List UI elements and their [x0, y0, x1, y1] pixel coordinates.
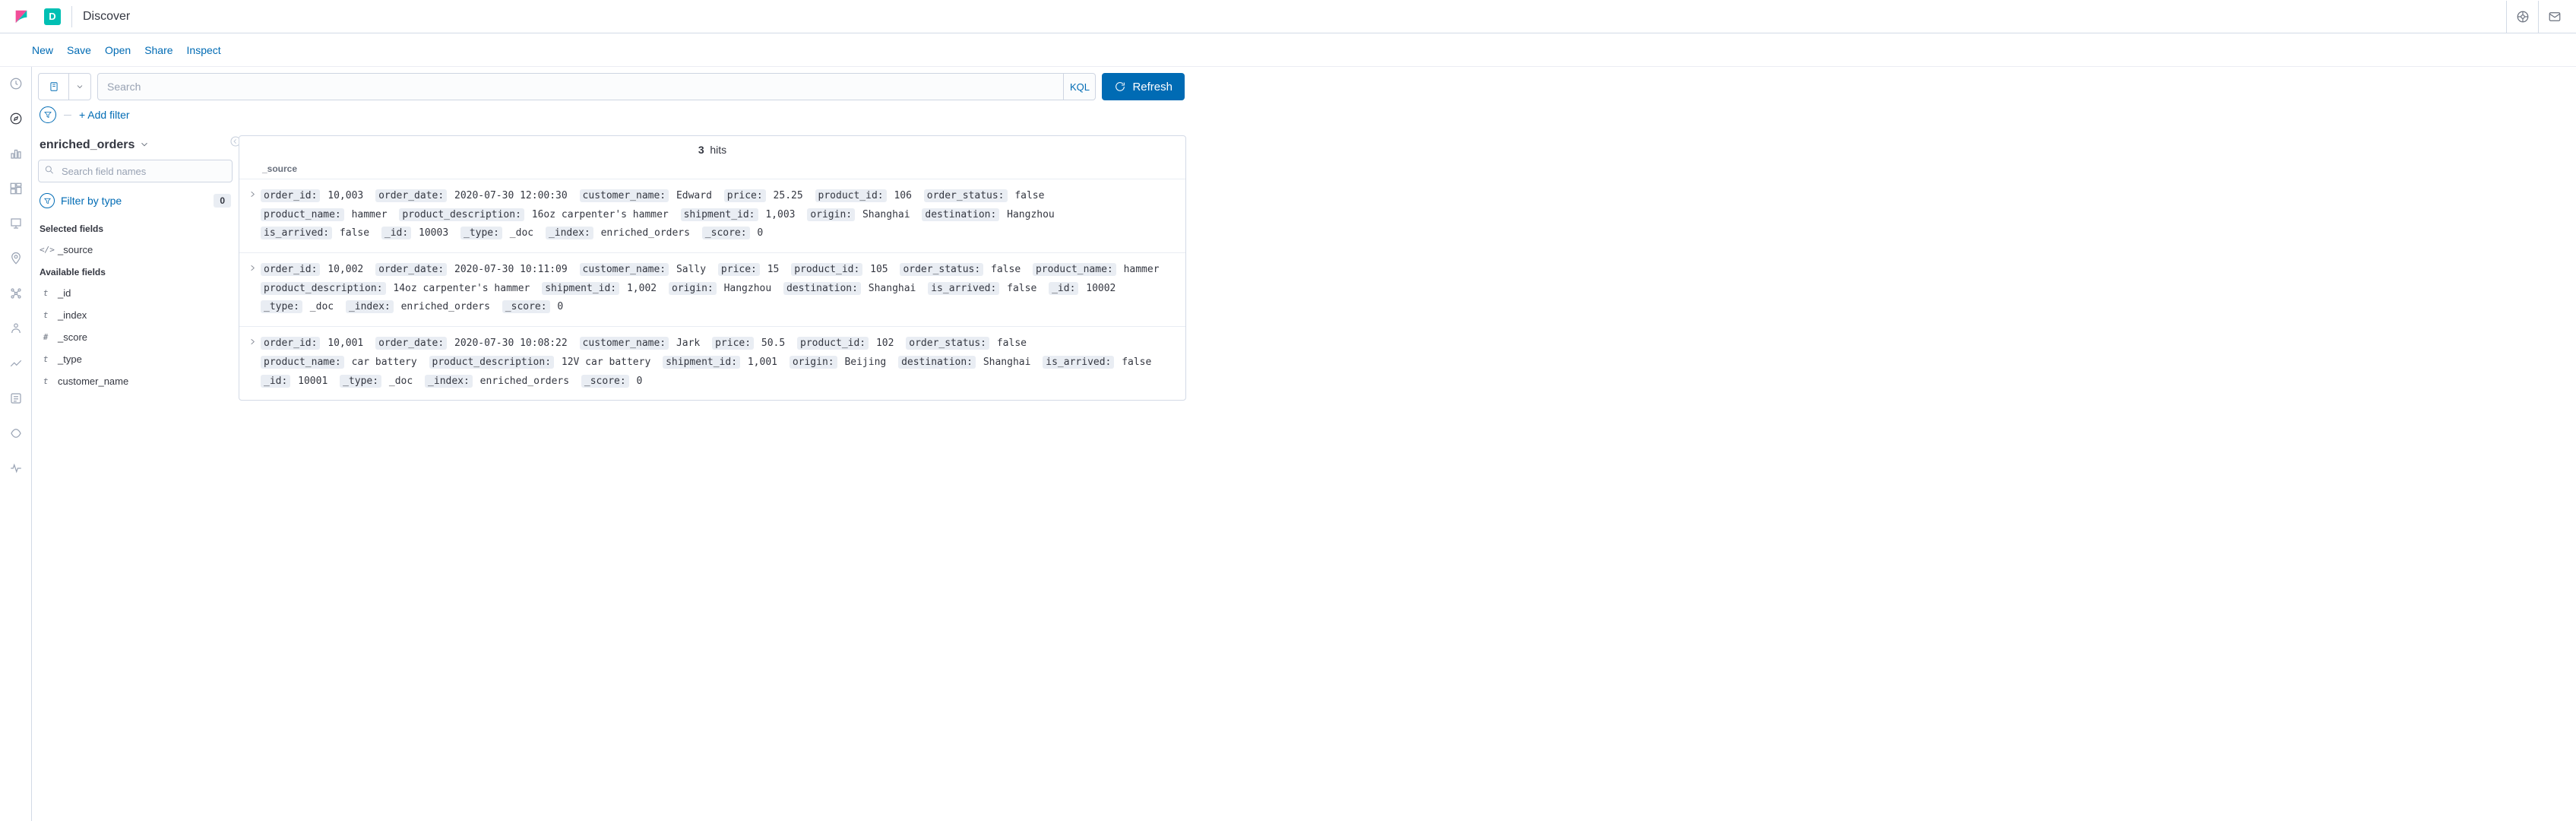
field-item[interactable]: t customer_name — [38, 370, 233, 392]
discover-toolbar: New Save Open Share Inspect — [0, 33, 2576, 67]
field-item[interactable]: t _index — [38, 304, 233, 326]
hit-count-line: 3 hits — [239, 136, 1185, 160]
results-panel: 3 hits _source order_id: 10,003 order_da… — [239, 135, 1186, 401]
collapse-sidebar-icon[interactable] — [229, 135, 239, 150]
selected-fields-heading: Selected fields — [38, 217, 233, 239]
toolbar-new[interactable]: New — [32, 44, 53, 56]
search-icon — [44, 165, 55, 178]
field-type-icon: </> — [40, 245, 52, 255]
index-pattern-name[interactable]: enriched_orders — [40, 138, 134, 152]
field-type-icon: t — [40, 310, 52, 320]
toolbar-open[interactable]: Open — [105, 44, 131, 56]
mail-icon[interactable] — [2538, 1, 2570, 33]
saved-query-menu[interactable] — [38, 73, 91, 100]
field-type-icon: t — [40, 354, 52, 364]
field-name: _score — [58, 331, 87, 343]
apm-icon[interactable] — [4, 421, 28, 445]
app-header: D Discover — [0, 0, 2576, 33]
app-letter-badge: D — [44, 8, 61, 25]
field-item[interactable]: # _score — [38, 326, 233, 348]
ml-icon[interactable] — [4, 316, 28, 341]
field-name: customer_name — [58, 376, 128, 387]
toolbar-inspect[interactable]: Inspect — [187, 44, 221, 56]
overflow-area — [1191, 67, 2576, 821]
filter-by-type-button[interactable]: Filter by type — [40, 193, 122, 208]
query-language-toggle[interactable]: KQL — [1063, 74, 1095, 100]
toolbar-save[interactable]: Save — [67, 44, 91, 56]
table-row: order_id: 10,001 order_date: 2020-07-30 … — [239, 327, 1185, 400]
search-input[interactable] — [98, 74, 1063, 100]
discover-icon[interactable] — [4, 106, 28, 131]
field-item[interactable]: t _type — [38, 348, 233, 370]
hit-count: 3 — [698, 144, 704, 156]
available-fields-heading: Available fields — [38, 261, 233, 282]
filter-separator — [64, 115, 71, 116]
refresh-button[interactable]: Refresh — [1102, 73, 1185, 100]
page-title: Discover — [83, 10, 130, 24]
doc-source: order_id: 10,002 order_date: 2020-07-30 … — [261, 261, 1178, 317]
help-icon[interactable] — [2506, 1, 2538, 33]
field-item[interactable]: </> _source — [38, 239, 233, 261]
doc-source: order_id: 10,001 order_date: 2020-07-30 … — [261, 334, 1178, 391]
graph-icon[interactable] — [4, 281, 28, 306]
field-type-icon: t — [40, 288, 52, 298]
field-sidebar: enriched_orders Fil — [32, 131, 239, 821]
chevron-down-icon[interactable] — [139, 139, 150, 152]
refresh-button-label: Refresh — [1132, 81, 1172, 94]
filter-menu-icon[interactable] — [40, 106, 56, 123]
header-divider — [71, 6, 72, 27]
filter-icon — [40, 193, 55, 208]
field-item[interactable]: t _id — [38, 282, 233, 304]
logs-icon[interactable] — [4, 386, 28, 410]
field-name: _index — [58, 309, 87, 321]
doc-source: order_id: 10,003 order_date: 2020-07-30 … — [261, 187, 1178, 243]
query-bar: KQL Refresh — [32, 67, 1191, 100]
metrics-icon[interactable] — [4, 351, 28, 376]
field-search-input[interactable] — [38, 160, 233, 182]
side-nav-rail — [0, 67, 32, 821]
kibana-logo-icon[interactable] — [12, 8, 30, 26]
dashboard-icon[interactable] — [4, 176, 28, 201]
field-type-icon: # — [40, 332, 52, 342]
chevron-down-icon[interactable] — [69, 82, 90, 91]
field-type-icon: t — [40, 376, 52, 386]
recent-icon[interactable] — [4, 71, 28, 96]
results-panel-wrap: 3 hits _source order_id: 10,003 order_da… — [239, 131, 1191, 821]
toolbar-share[interactable]: Share — [144, 44, 172, 56]
filter-by-type-label: Filter by type — [61, 195, 122, 207]
field-name: _source — [58, 244, 93, 255]
filter-bar: + Add filter — [32, 100, 1191, 131]
source-column-header: _source — [239, 160, 1185, 179]
filter-type-count-badge: 0 — [214, 194, 231, 208]
table-row: order_id: 10,002 order_date: 2020-07-30 … — [239, 253, 1185, 327]
saved-query-icon[interactable] — [39, 74, 69, 100]
uptime-icon[interactable] — [4, 456, 28, 480]
hits-label: hits — [710, 144, 726, 156]
canvas-icon[interactable] — [4, 211, 28, 236]
maps-icon[interactable] — [4, 246, 28, 271]
table-row: order_id: 10,003 order_date: 2020-07-30 … — [239, 179, 1185, 253]
expand-row-icon[interactable] — [244, 334, 261, 348]
add-filter-button[interactable]: + Add filter — [79, 109, 130, 121]
field-name: _id — [58, 287, 71, 299]
visualize-icon[interactable] — [4, 141, 28, 166]
expand-row-icon[interactable] — [244, 261, 261, 274]
expand-row-icon[interactable] — [244, 187, 261, 201]
field-name: _type — [58, 353, 82, 365]
content-area: KQL Refresh + Add filter enriched_ord — [32, 67, 1191, 821]
